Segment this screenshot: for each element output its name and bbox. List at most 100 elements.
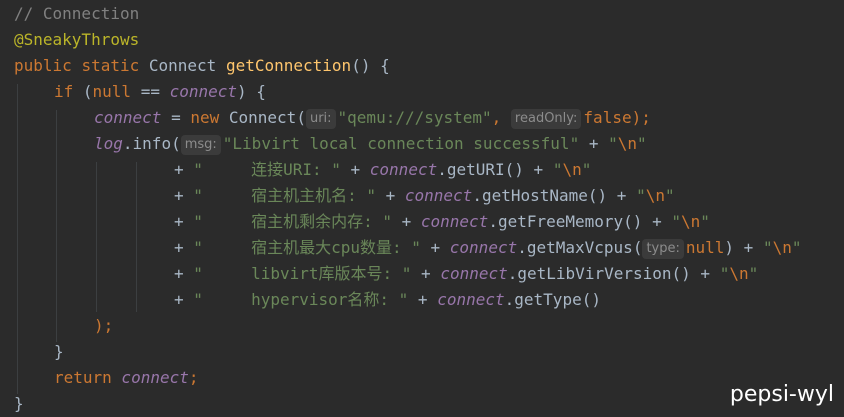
operator-plus: + [607, 186, 637, 205]
escape-newline: \n [680, 212, 701, 231]
field-connect: connect [94, 108, 162, 127]
comma: , [491, 108, 511, 127]
code-line-annotation: @SneakyThrows [14, 27, 139, 53]
code-line-concat: + " 宿主机最大cpu数量: " + connect.getMaxVcpus(… [174, 235, 802, 261]
string-quote: " [791, 238, 802, 257]
code-line-return: return connect; [54, 365, 199, 391]
operator-plus: + [375, 186, 405, 205]
operator-eq: == [131, 82, 170, 101]
keyword-null: null [92, 82, 132, 101]
operator-plus: + [734, 238, 763, 257]
field-connect: connect [111, 368, 189, 387]
string-label: " 宿主机主机名: " [193, 186, 376, 205]
signature-rest: () { [351, 56, 390, 75]
operator-plus: + [174, 290, 194, 309]
code-line-close-paren: ); [94, 313, 113, 339]
code-line-concat: + " 宿主机剩余内存: " + connect.getFreeMemory()… [174, 209, 710, 235]
indent-guide [136, 162, 137, 312]
string-label: " 宿主机剩余内存: " [193, 212, 392, 231]
keyword-null: null [685, 238, 725, 257]
indent-guide [96, 162, 97, 312]
field-connect: connect [404, 186, 473, 205]
field-connect: connect [169, 82, 238, 101]
code-line-close-if: } [54, 339, 64, 365]
operator-plus: + [340, 160, 370, 179]
annotation-text: @SneakyThrows [14, 30, 140, 49]
string-label: " 连接URI: " [193, 160, 341, 179]
operator-plus: + [411, 264, 441, 283]
brace-close: } [14, 394, 24, 413]
field-connect: connect [420, 212, 489, 231]
string-quote: " [762, 238, 773, 257]
string-label: " libvirt库版本号: " [193, 264, 412, 283]
method-call: .getType() [504, 290, 601, 309]
semicolon: ; [188, 368, 199, 387]
keyword-return: return [54, 368, 112, 387]
string-quote: " [700, 212, 710, 231]
field-connect: connect [437, 290, 505, 309]
paren-open: ( [73, 82, 93, 101]
keyword-if: if [54, 82, 74, 101]
operator-plus: + [174, 212, 194, 231]
code-line-assign: connect = new Connect(uri: "qemu:///syste… [94, 105, 651, 131]
keyword-new: new [190, 108, 220, 127]
comment-text: // Connection [14, 4, 140, 23]
code-line-concat: + " 宿主机主机名: " + connect.getHostName() + … [174, 183, 675, 209]
statement-end: ); [631, 108, 651, 127]
code-line-close-method: } [14, 391, 24, 417]
statement-end: ); [94, 316, 114, 335]
string-quote: " [671, 212, 681, 231]
escape-newline: \n [645, 186, 665, 205]
string-quote: " [608, 134, 618, 153]
string-quote: " [664, 186, 675, 205]
method-name: getConnection [225, 56, 352, 75]
operator-plus: + [420, 238, 450, 257]
keyword-false: false [583, 108, 632, 127]
field-connect: connect [369, 160, 438, 179]
method-call: .getHostName() [472, 186, 608, 205]
string-label: " 宿主机最大cpu数量: " [193, 238, 421, 257]
param-hint-readonly: readOnly: [510, 109, 582, 129]
field-connect: connect [440, 264, 508, 283]
code-line-log: log.info(msg: "Libvirt local connection s… [94, 131, 647, 157]
code-editor[interactable]: // Connection @SneakyThrows public stati… [0, 0, 844, 417]
escape-newline: \n [772, 238, 792, 257]
brace-close: } [54, 342, 64, 361]
string-quote: " [748, 264, 759, 283]
constructor-call: Connect( [219, 108, 306, 127]
operator-plus: + [174, 160, 194, 179]
indent-guide [56, 110, 57, 342]
field-log: log [94, 134, 123, 153]
operator-plus: + [391, 212, 421, 231]
string-label: " hypervisor名称: " [193, 290, 409, 309]
return-type: Connect [148, 56, 217, 75]
code-line-concat: + " 连接URI: " + connect.getURI() + "\n" [174, 157, 591, 183]
code-line-concat: + " hypervisor名称: " + connect.getType() [174, 287, 601, 313]
string-quote: " [637, 134, 647, 153]
method-call: .getLibVirVersion() [507, 264, 691, 283]
indent-guide [17, 84, 18, 394]
code-line-signature: public static Connect getConnection() { [14, 53, 390, 79]
keyword-public: public [14, 56, 72, 75]
escape-newline: \n [729, 264, 749, 283]
param-hint-uri: uri: [305, 109, 336, 129]
field-connect: connect [449, 238, 518, 257]
operator-plus: + [408, 290, 438, 309]
operator-plus: + [690, 264, 720, 283]
operator-plus: + [174, 186, 194, 205]
string-uri: "qemu:///system" [337, 108, 492, 127]
code-line-concat: + " libvirt库版本号: " + connect.getLibVirVe… [174, 261, 758, 287]
string-quote: " [636, 186, 646, 205]
operator-plus: + [174, 238, 194, 257]
keyword-static: static [81, 56, 140, 75]
method-call: .getMaxVcpus( [517, 238, 643, 257]
param-hint-msg: msg: [180, 135, 221, 155]
string-success: "Libvirt local connection successful" [222, 134, 580, 153]
paren-close: ) [724, 238, 735, 257]
watermark: pepsi-wyl [729, 382, 834, 407]
method-info: .info( [122, 134, 181, 153]
operator-assign: = [161, 108, 191, 127]
string-quote: " [719, 264, 730, 283]
string-quote: " [581, 160, 592, 179]
operator-plus: + [579, 134, 609, 153]
